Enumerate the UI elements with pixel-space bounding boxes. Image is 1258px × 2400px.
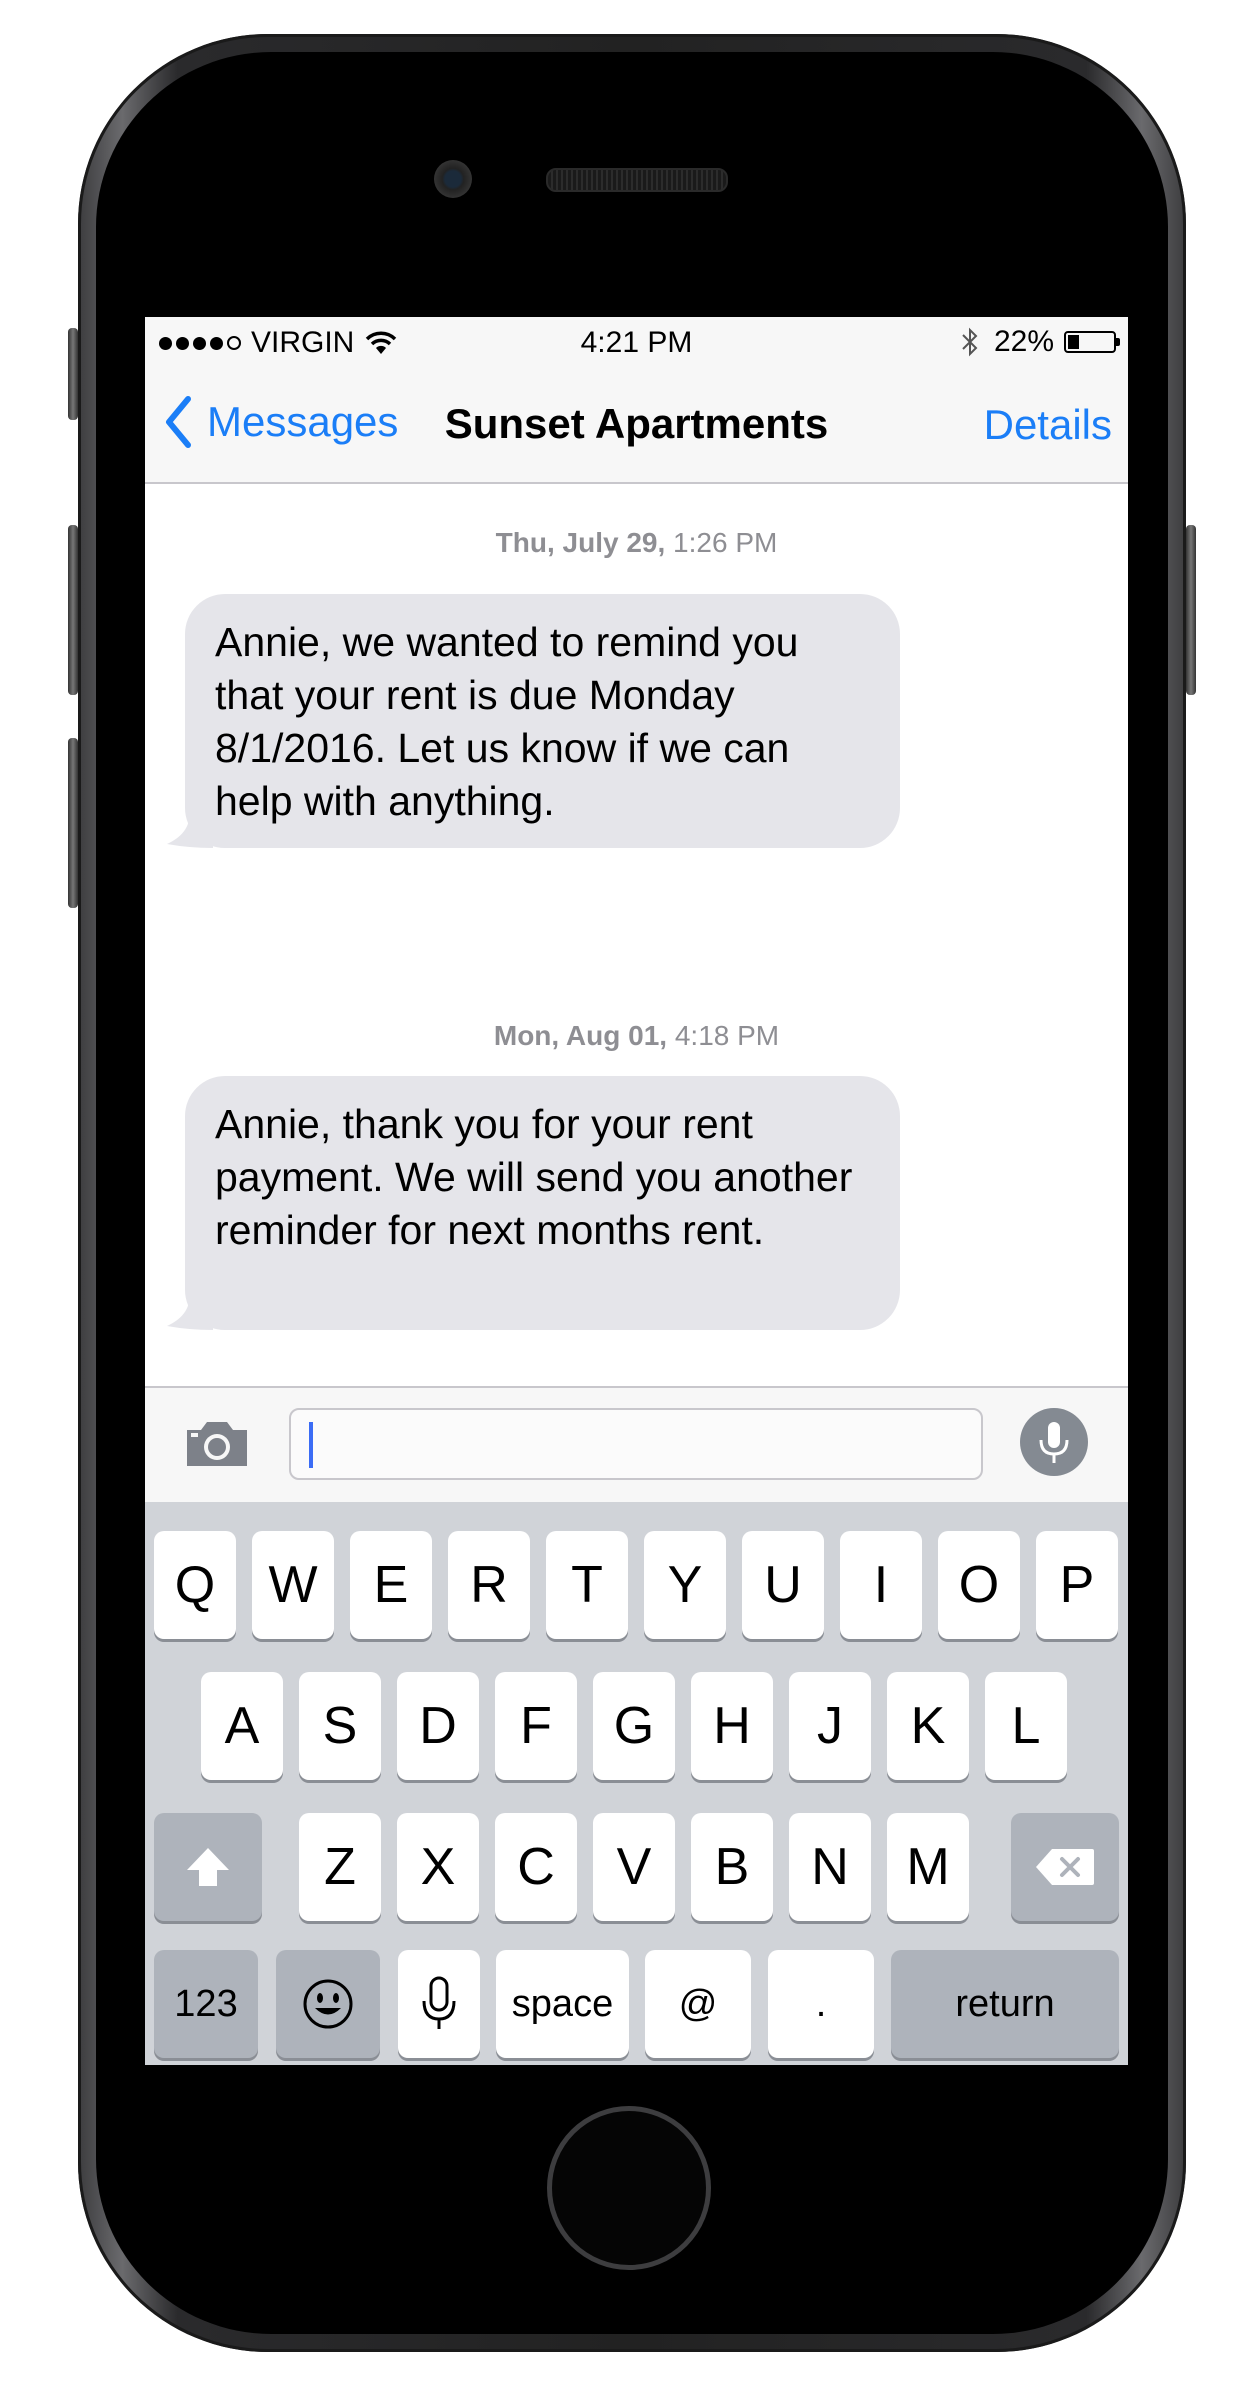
back-button[interactable]: Messages [163,395,398,449]
key-f[interactable]: F [495,1672,577,1780]
mute-switch [68,328,78,420]
key-b[interactable]: B [691,1813,773,1921]
back-label: Messages [207,398,399,445]
key-n[interactable]: N [789,1813,871,1921]
period-key[interactable]: . [768,1950,874,2058]
key-x[interactable]: X [397,1813,479,1921]
microphone-icon [1039,1422,1069,1463]
key-w[interactable]: W [252,1531,334,1639]
status-bar: VIRGIN 4:21 PM 22% [145,317,1128,369]
screen: VIRGIN 4:21 PM 22% Messages Sunset Apart… [145,317,1128,2065]
message-timestamp: Mon, Aug 01, 4:18 PM [145,1020,1128,1052]
return-key[interactable]: return [891,1950,1119,2058]
power-button [1186,525,1196,695]
backspace-icon [1036,1849,1094,1885]
key-e[interactable]: E [350,1531,432,1639]
chevron-left-icon [166,396,191,448]
incoming-message-bubble[interactable]: Annie, thank you for your rent payment. … [185,1076,900,1330]
key-h[interactable]: H [691,1672,773,1780]
key-g[interactable]: G [593,1672,675,1780]
key-s[interactable]: S [299,1672,381,1780]
details-button[interactable]: Details [984,401,1112,449]
dictation-button[interactable] [1020,1408,1088,1476]
shift-key[interactable] [154,1813,262,1921]
numbers-key[interactable]: 123 [154,1950,258,2058]
message-text-field[interactable] [289,1408,983,1480]
delete-key[interactable] [1011,1813,1119,1921]
key-l[interactable]: L [985,1672,1067,1780]
timestamp-time: 1:26 PM [673,527,778,558]
message-input-bar [145,1386,1128,1502]
key-k[interactable]: K [887,1672,969,1780]
keyboard: Q W E R T Y U I O P A S D F G H J K L Z … [145,1502,1128,2065]
key-c[interactable]: C [495,1813,577,1921]
space-key[interactable]: space [496,1950,629,2058]
bubble-tail [167,1290,213,1330]
key-i[interactable]: I [840,1531,922,1639]
navigation-bar: Messages Sunset Apartments Details [145,369,1128,484]
emoji-icon [303,1979,353,2029]
microphone-icon [422,1976,456,2029]
status-right: 22% [960,325,1120,359]
timestamp-time: 4:18 PM [674,1020,780,1051]
home-button[interactable] [547,2106,711,2270]
battery-icon [1064,331,1120,353]
key-r[interactable]: R [448,1531,530,1639]
bubble-tail [167,808,213,848]
incoming-message-bubble[interactable]: Annie, we wanted to remind you that your… [185,594,900,848]
at-key[interactable]: @ [645,1950,751,2058]
key-q[interactable]: Q [154,1531,236,1639]
key-z[interactable]: Z [299,1813,381,1921]
key-j[interactable]: J [789,1672,871,1780]
battery-percent: 22% [993,325,1054,358]
key-m[interactable]: M [887,1813,969,1921]
text-caret [309,1422,313,1468]
dictation-key[interactable] [398,1950,480,2058]
key-o[interactable]: O [938,1531,1020,1639]
volume-down-button [68,738,78,908]
volume-up-button [68,525,78,695]
camera-icon[interactable] [183,1418,251,1470]
emoji-key[interactable] [276,1950,380,2058]
key-p[interactable]: P [1036,1531,1118,1639]
key-d[interactable]: D [397,1672,479,1780]
key-a[interactable]: A [201,1672,283,1780]
key-u[interactable]: U [742,1531,824,1639]
timestamp-day: Mon, Aug 01, [493,1020,668,1051]
message-timestamp: Thu, July 29, 1:26 PM [145,527,1128,559]
shift-arrow-icon [187,1848,229,1886]
key-v[interactable]: V [593,1813,675,1921]
earpiece-speaker [546,168,728,192]
bluetooth-icon [962,327,978,357]
key-y[interactable]: Y [644,1531,726,1639]
key-t[interactable]: T [546,1531,628,1639]
front-camera [434,160,472,198]
timestamp-day: Thu, July 29, [495,527,666,558]
